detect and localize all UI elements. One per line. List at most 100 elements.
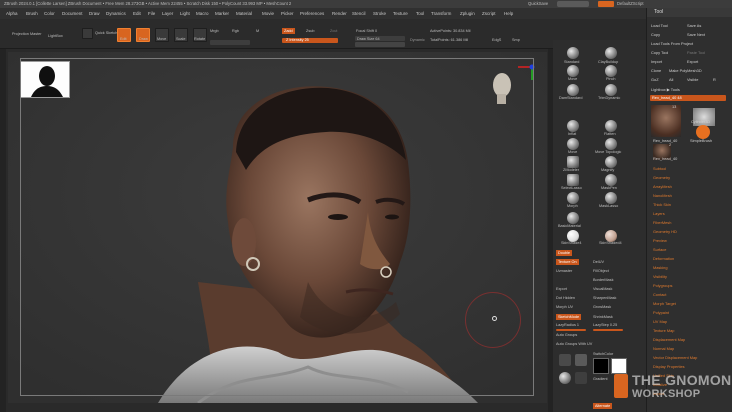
export-tool-button[interactable]: Export: [687, 59, 698, 64]
menu-picker[interactable]: Picker: [281, 8, 294, 19]
menu-material[interactable]: Material: [236, 8, 252, 19]
menu-tool[interactable]: Tool: [416, 8, 424, 19]
menu-help[interactable]: Help: [504, 8, 513, 19]
brush-magnify-icon[interactable]: [605, 156, 617, 168]
zadd-button[interactable]: Zadd: [282, 28, 295, 34]
menus-toggle[interactable]: [557, 1, 589, 7]
brush-morph-icon[interactable]: [567, 192, 579, 204]
load-tool-button[interactable]: Load Tool: [651, 23, 668, 28]
brush-pinch-icon[interactable]: [605, 65, 617, 77]
brush-move-icon[interactable]: [567, 65, 579, 77]
make-polymesh-button[interactable]: Make PolyMesh3D: [669, 68, 702, 73]
menu-alpha[interactable]: Alpha: [6, 8, 18, 19]
section-normal-map[interactable]: Normal Map: [653, 346, 674, 351]
uvmaster-button[interactable]: Uvmaster: [556, 269, 572, 273]
section-geometry[interactable]: Geometry: [653, 175, 670, 180]
menu-zscript[interactable]: Zscript: [482, 8, 496, 19]
auto-groups-button[interactable]: Auto Groups: [556, 333, 577, 337]
section-vector-displacement-map[interactable]: Vector Displacement Map: [653, 355, 697, 360]
menu-render[interactable]: Render: [332, 8, 347, 19]
canvas-viewport[interactable]: [8, 52, 547, 403]
section-surface[interactable]: Surface: [653, 247, 666, 252]
brush-claybuildup-icon[interactable]: [605, 47, 617, 59]
menu-transform[interactable]: Transform: [431, 8, 451, 19]
left-tray[interactable]: [0, 49, 6, 412]
section-polypaint[interactable]: Polypaint: [653, 310, 669, 315]
copy-button[interactable]: Copy: [651, 32, 660, 37]
quick-sketch-icon[interactable]: [82, 28, 93, 39]
menu-layer[interactable]: Layer: [162, 8, 173, 19]
brush-flatten-icon[interactable]: [605, 120, 617, 132]
menu-draw[interactable]: Draw: [89, 8, 100, 19]
section-layers[interactable]: Layers: [653, 211, 665, 216]
morph-uv-button[interactable]: Morph UV: [556, 305, 573, 309]
zsub-button[interactable]: Zsub: [306, 29, 314, 33]
brush-standard-icon[interactable]: [567, 47, 579, 59]
material-preview-icon[interactable]: [559, 372, 571, 384]
fillobject-button[interactable]: FillObject: [593, 269, 609, 273]
rgb-intensity-slider[interactable]: [210, 40, 250, 45]
section-polygroups[interactable]: Polygroups: [653, 283, 672, 288]
brush-move2-icon[interactable]: [567, 138, 579, 150]
section-deformation[interactable]: Deformation: [653, 256, 674, 261]
lazystep-track[interactable]: [593, 329, 623, 331]
brush-selectlasso-icon[interactable]: [567, 174, 579, 186]
section-thick-skin[interactable]: Thick Skin: [653, 202, 671, 207]
default-zscript[interactable]: DefaultZScript: [617, 0, 644, 8]
switchcolor-button[interactable]: SwitchColor: [593, 352, 613, 356]
dot-hidden-button[interactable]: Dot Hidden: [556, 296, 575, 300]
menu-brush[interactable]: Brush: [26, 8, 38, 19]
brush-inflat-icon[interactable]: [567, 120, 579, 132]
gradient-button[interactable]: Gradient: [593, 377, 608, 381]
section-preview[interactable]: Preview: [653, 238, 667, 243]
section-visibility[interactable]: Visibility: [653, 274, 667, 279]
menu-dynamics[interactable]: Dynamics: [106, 8, 126, 19]
lightbox-tools-button[interactable]: Lightbox ▶ Tools: [651, 87, 680, 92]
section-masking[interactable]: Masking: [653, 265, 668, 270]
menu-texture[interactable]: Texture: [393, 8, 408, 19]
double-button[interactable]: Double: [556, 250, 573, 256]
brush-maskpen-icon[interactable]: [605, 174, 617, 186]
section-subtool[interactable]: Subtool: [653, 166, 666, 171]
texture-on-button[interactable]: Texture On: [556, 259, 579, 265]
menu-zplugin[interactable]: Zplugin: [460, 8, 475, 19]
move-button[interactable]: Move: [155, 28, 169, 42]
copy-tool-button[interactable]: Copy Tool: [651, 50, 668, 55]
menu-document[interactable]: Document: [62, 8, 83, 19]
draw-button[interactable]: Draw: [136, 28, 150, 42]
edgs-button[interactable]: EdgS: [492, 38, 501, 42]
dynamic-button[interactable]: Dynamic: [410, 38, 425, 42]
section-arraymesh[interactable]: ArrayMesh: [653, 184, 672, 189]
scale-button[interactable]: Scale: [174, 28, 188, 42]
sharpenmask-button[interactable]: SharpenMask: [593, 296, 616, 300]
projection-master-button[interactable]: Projection Master: [12, 32, 42, 36]
menu-preferences[interactable]: Preferences: [300, 8, 324, 19]
mrgb-button[interactable]: Mrgb: [210, 29, 219, 33]
section-texture-map[interactable]: Texture Map: [653, 328, 674, 333]
menus-button[interactable]: [598, 1, 614, 7]
sketchmode-button[interactable]: SketchMode: [556, 314, 582, 320]
save-as-button[interactable]: Save As: [687, 23, 701, 28]
brush-movetopologic-icon[interactable]: [605, 138, 617, 150]
tool-thumb-simplebrush[interactable]: [696, 125, 710, 139]
save-next-button[interactable]: Save Next: [687, 32, 705, 37]
deluv-button[interactable]: DelUV: [593, 260, 604, 264]
menu-edit[interactable]: Edit: [133, 8, 141, 19]
zcut-button[interactable]: Zcut: [330, 29, 337, 33]
stroke-small-icon[interactable]: [575, 354, 587, 366]
import-button[interactable]: Import: [651, 59, 662, 64]
section-fibermesh[interactable]: FiberMesh: [653, 220, 671, 225]
edit-button[interactable]: Edit: [117, 28, 131, 42]
brush-zmodeler-icon[interactable]: [567, 156, 579, 168]
clone-button[interactable]: Clone: [651, 68, 661, 73]
section-nanomesh[interactable]: NanoMesh: [653, 193, 672, 198]
main-color-swatch[interactable]: [593, 358, 609, 374]
paste-tool-button[interactable]: Paste Tool: [687, 50, 705, 55]
draw-size-slider[interactable]: [355, 42, 405, 47]
brush-trimdynamic-icon[interactable]: [605, 84, 617, 96]
growmask-button[interactable]: GrowMask: [593, 305, 611, 309]
rotate-button[interactable]: Rotate: [193, 28, 207, 42]
menu-marker[interactable]: Marker: [215, 8, 229, 19]
section-morph-target[interactable]: Morph Target: [653, 301, 676, 306]
alternate-button[interactable]: Alternate: [593, 403, 613, 409]
